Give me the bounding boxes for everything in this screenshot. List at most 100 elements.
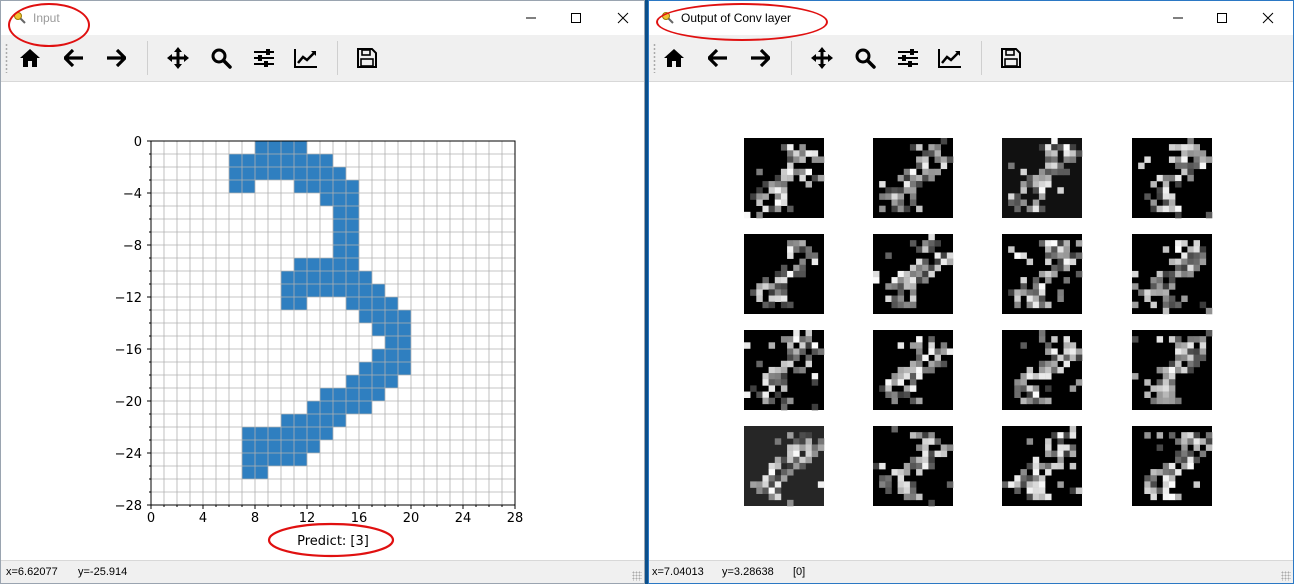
y-tick-label: −4 [123,187,142,202]
arrow-left-icon [64,49,83,67]
maximize-button[interactable] [554,1,598,35]
feature-map-5[interactable] [873,234,954,314]
digit-pixel-run [320,193,359,206]
arrow-right-icon [751,49,770,67]
window-title: Output of Conv layer [681,11,792,25]
minimize-button[interactable] [509,1,553,35]
feature-map-9[interactable] [873,330,954,410]
pan-button[interactable] [807,43,837,73]
close-button[interactable] [1246,1,1290,35]
feature-map-12[interactable] [744,426,825,507]
home-icon [664,49,684,67]
digit-plot[interactable]: 0 4 8 12 16 20 24 280−4−8−12−16−20−24−28Predict… [1,82,644,562]
search-icon [855,48,876,69]
app-icon [662,12,674,24]
digit-pixel-run [242,453,307,466]
feature-map-14[interactable] [1002,426,1083,506]
size-grip[interactable] [1281,571,1291,581]
forward-button[interactable] [745,43,775,73]
digit-pixel-run [294,258,359,271]
cursor-y-readout: y=3.28638 [722,566,774,578]
back-button[interactable] [703,43,733,73]
zoom-button[interactable] [206,43,236,73]
feature-map-13[interactable] [873,426,954,507]
digit-pixel-run [281,271,372,284]
line-chart-icon [294,49,317,68]
input-toolbar [1,35,644,82]
size-grip[interactable] [632,571,642,581]
toolbar-separator [337,41,338,75]
input-title-bar[interactable]: Input [1,1,644,35]
digit-pixel-run [307,401,372,414]
toolbar-separator [981,41,982,75]
arrow-left-icon [708,49,727,67]
toolbar-grip[interactable] [5,43,8,73]
conv-toolbar [649,35,1293,82]
forward-button[interactable] [101,43,131,73]
toolbar-separator [147,41,148,75]
edit-axes-button[interactable] [291,43,321,73]
configure-button[interactable] [249,43,279,73]
feature-map-grid[interactable] [649,82,1293,562]
digit-pixel-run [372,349,411,362]
sliders-icon [898,49,918,67]
configure-button[interactable] [893,43,923,73]
digit-pixel-run [242,427,333,440]
feature-map-15[interactable] [1132,426,1213,506]
input-window: Input 0 4 8 12 16 20 24 28 0 −4 −8 −12 −… [0,0,645,584]
sliders-icon [254,49,274,67]
status-bar: x=7.04013 y=3.28638 [0] [649,560,1293,583]
home-button[interactable] [15,43,45,73]
feature-map-6[interactable] [1002,234,1083,314]
feature-map-2[interactable] [1002,138,1083,218]
y-tick-label: −12 [115,291,142,306]
feature-map-10[interactable] [1002,330,1083,410]
home-icon [20,49,40,67]
figure-canvas[interactable]: 0 4 8 12 16 20 24 28 0 −4 −8 −12 −16 −20 −24 −28 Predict… [1,82,644,561]
figure-canvas[interactable] [649,82,1293,561]
cursor-y-readout: y=-25.914 [78,566,128,578]
search-icon [211,48,232,69]
home-button[interactable] [659,43,689,73]
feature-map-4[interactable] [744,234,824,314]
y-tick-label: 0 [134,135,142,150]
cursor-x-readout: x=7.04013 [652,566,704,578]
save-icon [1001,48,1021,68]
maximize-button[interactable] [1200,1,1244,35]
x-tick-label: 8 [251,511,259,526]
close-button[interactable] [601,1,645,35]
pan-button[interactable] [163,43,193,73]
feature-map-7[interactable] [1132,234,1213,315]
app-icon [14,12,26,24]
minimize-button[interactable] [1156,1,1200,35]
cursor-x-readout: x=6.62077 [6,566,58,578]
y-tick-label: −28 [115,499,142,514]
zoom-button[interactable] [850,43,880,73]
status-bar: x=6.62077 y=-25.914 [1,560,644,583]
x-tick-label: 28 [507,511,524,526]
feature-map-1[interactable] [873,138,954,218]
move-icon [167,47,189,69]
y-tick-label: −16 [115,343,142,358]
save-button[interactable] [996,43,1026,73]
move-icon [811,47,833,69]
digit-pixel-run [229,167,346,180]
y-tick-label: −20 [115,395,142,410]
x-tick-label: 20 [403,511,420,526]
x-tick-label: 4 [199,511,207,526]
save-button[interactable] [352,43,382,73]
save-icon [357,48,377,68]
feature-map-11[interactable] [1132,330,1213,410]
window-title: Input [33,11,60,25]
conv-output-window: Output of Conv layer x=7.04013 y=3.28638… [648,0,1294,584]
toolbar-grip[interactable] [653,43,656,73]
conv-title-bar[interactable]: Output of Conv layer [649,1,1293,35]
edit-axes-button[interactable] [935,43,965,73]
feature-map-0[interactable] [744,138,825,219]
x-tick-label: 24 [455,511,472,526]
feature-map-3[interactable] [1132,138,1213,219]
digit-pixel-run [281,414,346,427]
feature-map-8[interactable] [744,330,825,411]
back-button[interactable] [59,43,89,73]
digit-pixel-run [294,180,359,193]
